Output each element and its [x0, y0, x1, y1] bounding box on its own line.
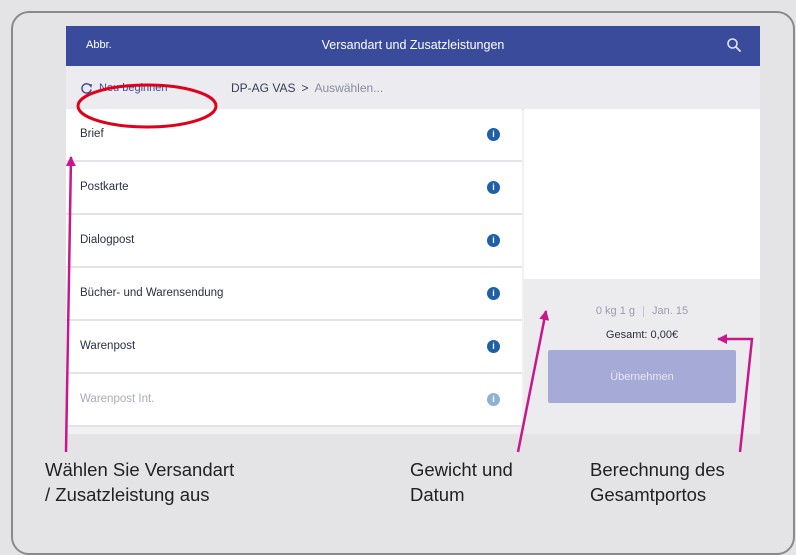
caption-weight: Gewicht und Datum — [410, 457, 513, 507]
caption-total-line1: Berechnung des — [590, 459, 725, 480]
caption-select-line2: / Zusatzleistung aus — [45, 484, 210, 505]
caption-weight-line1: Gewicht und — [410, 459, 513, 480]
caption-select: Wählen Sie Versandart / Zusatzleistung a… — [45, 457, 234, 507]
caption-total: Berechnung des Gesamtportos — [590, 457, 725, 507]
arrow-weight — [516, 310, 550, 453]
highlight-ellipse — [76, 83, 218, 129]
caption-select-line1: Wählen Sie Versandart — [45, 459, 235, 480]
caption-total-line2: Gesamtportos — [590, 484, 707, 505]
caption-weight-line2: Datum — [410, 484, 465, 505]
annotation-overlay — [64, 83, 754, 453]
arrow-total — [717, 334, 754, 453]
arrow-select — [64, 156, 76, 453]
